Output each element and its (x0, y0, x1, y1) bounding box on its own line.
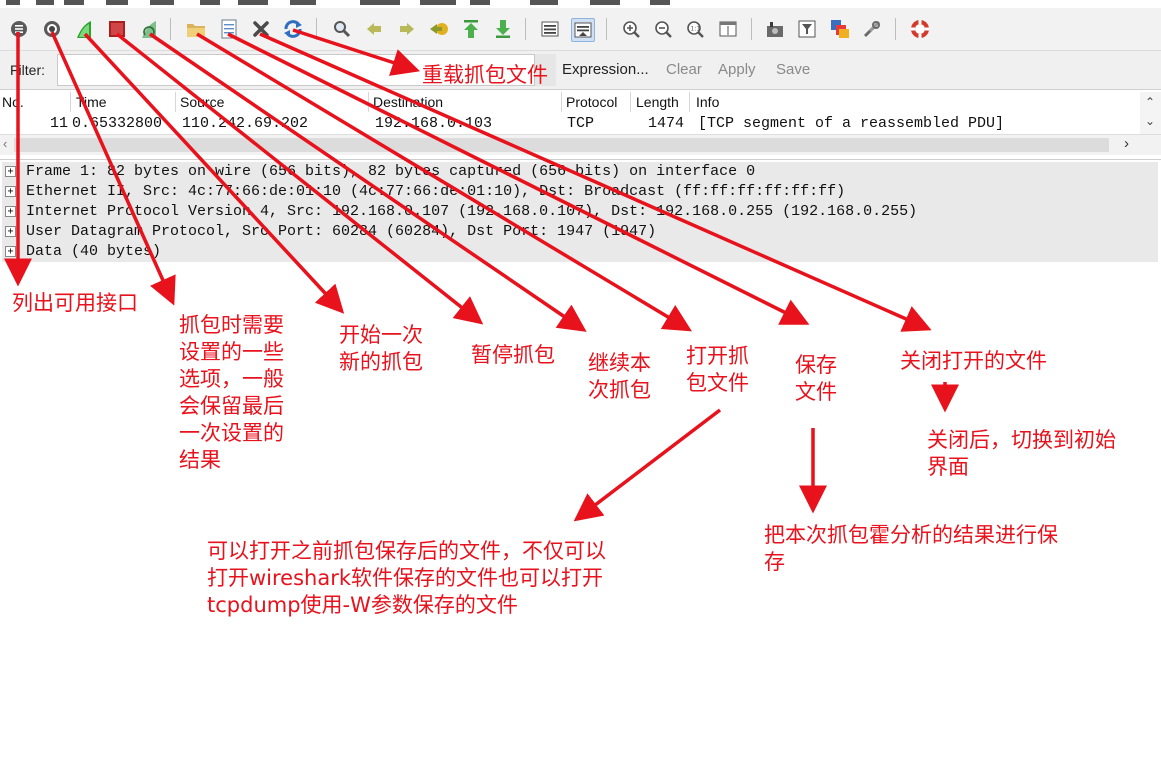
list-interfaces-icon[interactable] (8, 18, 30, 40)
expand-icon[interactable]: + (5, 226, 16, 237)
main-toolbar: 1:1 (0, 8, 1161, 51)
find-icon[interactable] (331, 18, 353, 40)
detail-row[interactable]: + Frame 1: 82 bytes on wire (656 bits), 8… (2, 162, 1158, 182)
annotation-save: 保存 文件 (795, 353, 837, 404)
expand-icon[interactable]: + (5, 166, 16, 177)
column-no[interactable]: No. (2, 94, 24, 110)
column-protocol[interactable]: Protocol (566, 94, 617, 110)
normal-size-icon[interactable]: 1:1 (684, 18, 706, 40)
detail-row[interactable]: + Ethernet II, Src: 4c:77:66:de:01:10 (4c… (2, 182, 1158, 202)
first-packet-icon[interactable] (460, 18, 482, 40)
packet-list-header: No. Time Source Destination Protocol Len… (0, 92, 1140, 112)
scroll-down-icon[interactable]: ⌄ (1145, 114, 1155, 128)
annotation-close-note: 关闭后，切换到初始 界面 (927, 428, 1116, 479)
save-file-icon[interactable] (218, 18, 240, 40)
cell-time: 0.65332800 (72, 115, 163, 132)
annotation-reload: 重载抓包文件 (422, 63, 548, 87)
cell-no: 11 (50, 115, 69, 132)
cell-info: [TCP segment of a reassembled PDU] (698, 115, 1005, 132)
annotation-stop: 暂停抓包 (471, 343, 555, 367)
restart-capture-icon[interactable] (138, 18, 160, 40)
clear-button[interactable]: Clear (666, 61, 702, 78)
annotation-close: 关闭打开的文件 (900, 349, 1047, 373)
expand-icon[interactable]: + (5, 186, 16, 197)
zoom-in-icon[interactable] (620, 18, 642, 40)
capture-options-icon[interactable] (41, 18, 63, 40)
stop-capture-icon[interactable] (106, 18, 128, 40)
coloring-rules-icon[interactable] (829, 18, 851, 40)
column-info[interactable]: Info (696, 94, 719, 110)
menu-bar-remnant (0, 0, 1161, 8)
help-icon[interactable] (909, 18, 931, 40)
table-row[interactable]: 11 0.65332800 110.242.69.202 192.168.0.1… (0, 114, 1140, 134)
scroll-left-icon[interactable]: ‹ (3, 136, 7, 151)
go-forward-icon[interactable] (396, 18, 418, 40)
capture-filters-icon[interactable] (764, 18, 786, 40)
annotation-open: 打开抓 包文件 (686, 344, 749, 395)
packet-list-vscrollbar[interactable]: ⌃ ⌄ (1140, 92, 1161, 134)
last-packet-icon[interactable] (492, 18, 514, 40)
annotation-open-note: 可以打开之前抓包保存后的文件，不仅可以 打开wireshark软件保存的文件也可以… (207, 539, 606, 617)
annotation-save-note: 把本次抓包霍分析的结果进行保存 (764, 523, 1058, 574)
detail-row[interactable]: + User Datagram Protocol, Src Port: 60284… (2, 222, 1158, 242)
column-source[interactable]: Source (180, 94, 224, 110)
expand-icon[interactable]: + (5, 246, 16, 257)
column-destination[interactable]: Destination (373, 94, 443, 110)
zoom-out-icon[interactable] (652, 18, 674, 40)
go-to-packet-icon[interactable] (428, 18, 450, 40)
hscroll-thumb[interactable] (14, 138, 1109, 152)
scroll-up-icon[interactable]: ⌃ (1145, 95, 1155, 109)
save-filter-button[interactable]: Save (776, 61, 810, 78)
cell-length: 1474 (648, 115, 685, 132)
close-file-icon[interactable] (250, 18, 272, 40)
cell-destination: 192.168.0.103 (375, 115, 493, 132)
reload-icon[interactable] (282, 18, 304, 40)
resize-columns-icon[interactable] (717, 18, 739, 40)
cell-protocol: TCP (567, 115, 595, 132)
filter-label: Filter: (10, 62, 45, 78)
annotation-list-interfaces: 列出可用接口 (12, 291, 138, 315)
colorize-icon[interactable] (539, 18, 561, 40)
packet-list-hscrollbar[interactable]: ‹ › (0, 134, 1161, 155)
filter-bar: Filter: Expression... Clear Apply Save (0, 51, 1161, 90)
display-filters-icon[interactable] (796, 18, 818, 40)
annotation-restart: 继续本 次抓包 (588, 351, 651, 402)
annotation-start: 开始一次 新的抓包 (339, 323, 423, 374)
detail-row[interactable]: + Data (40 bytes) (2, 242, 1158, 262)
annotation-capture-options: 抓包时需要 设置的一些 选项，一般 会保留最后 一次设置的 结果 (179, 313, 284, 472)
open-file-icon[interactable] (185, 18, 207, 40)
go-back-icon[interactable] (363, 18, 385, 40)
apply-button[interactable]: Apply (718, 61, 756, 78)
column-time[interactable]: Time (76, 94, 107, 110)
start-capture-icon[interactable] (73, 18, 95, 40)
detail-row[interactable]: + Internet Protocol Version 4, Src: 192.1… (2, 202, 1158, 222)
scroll-right-icon[interactable]: › (1124, 135, 1129, 152)
auto-scroll-icon[interactable] (571, 18, 595, 42)
column-length[interactable]: Length (636, 94, 679, 110)
expand-icon[interactable]: + (5, 206, 16, 217)
preferences-icon[interactable] (861, 18, 883, 40)
cell-source: 110.242.69.202 (182, 115, 309, 132)
expression-button[interactable]: Expression... (562, 61, 649, 78)
